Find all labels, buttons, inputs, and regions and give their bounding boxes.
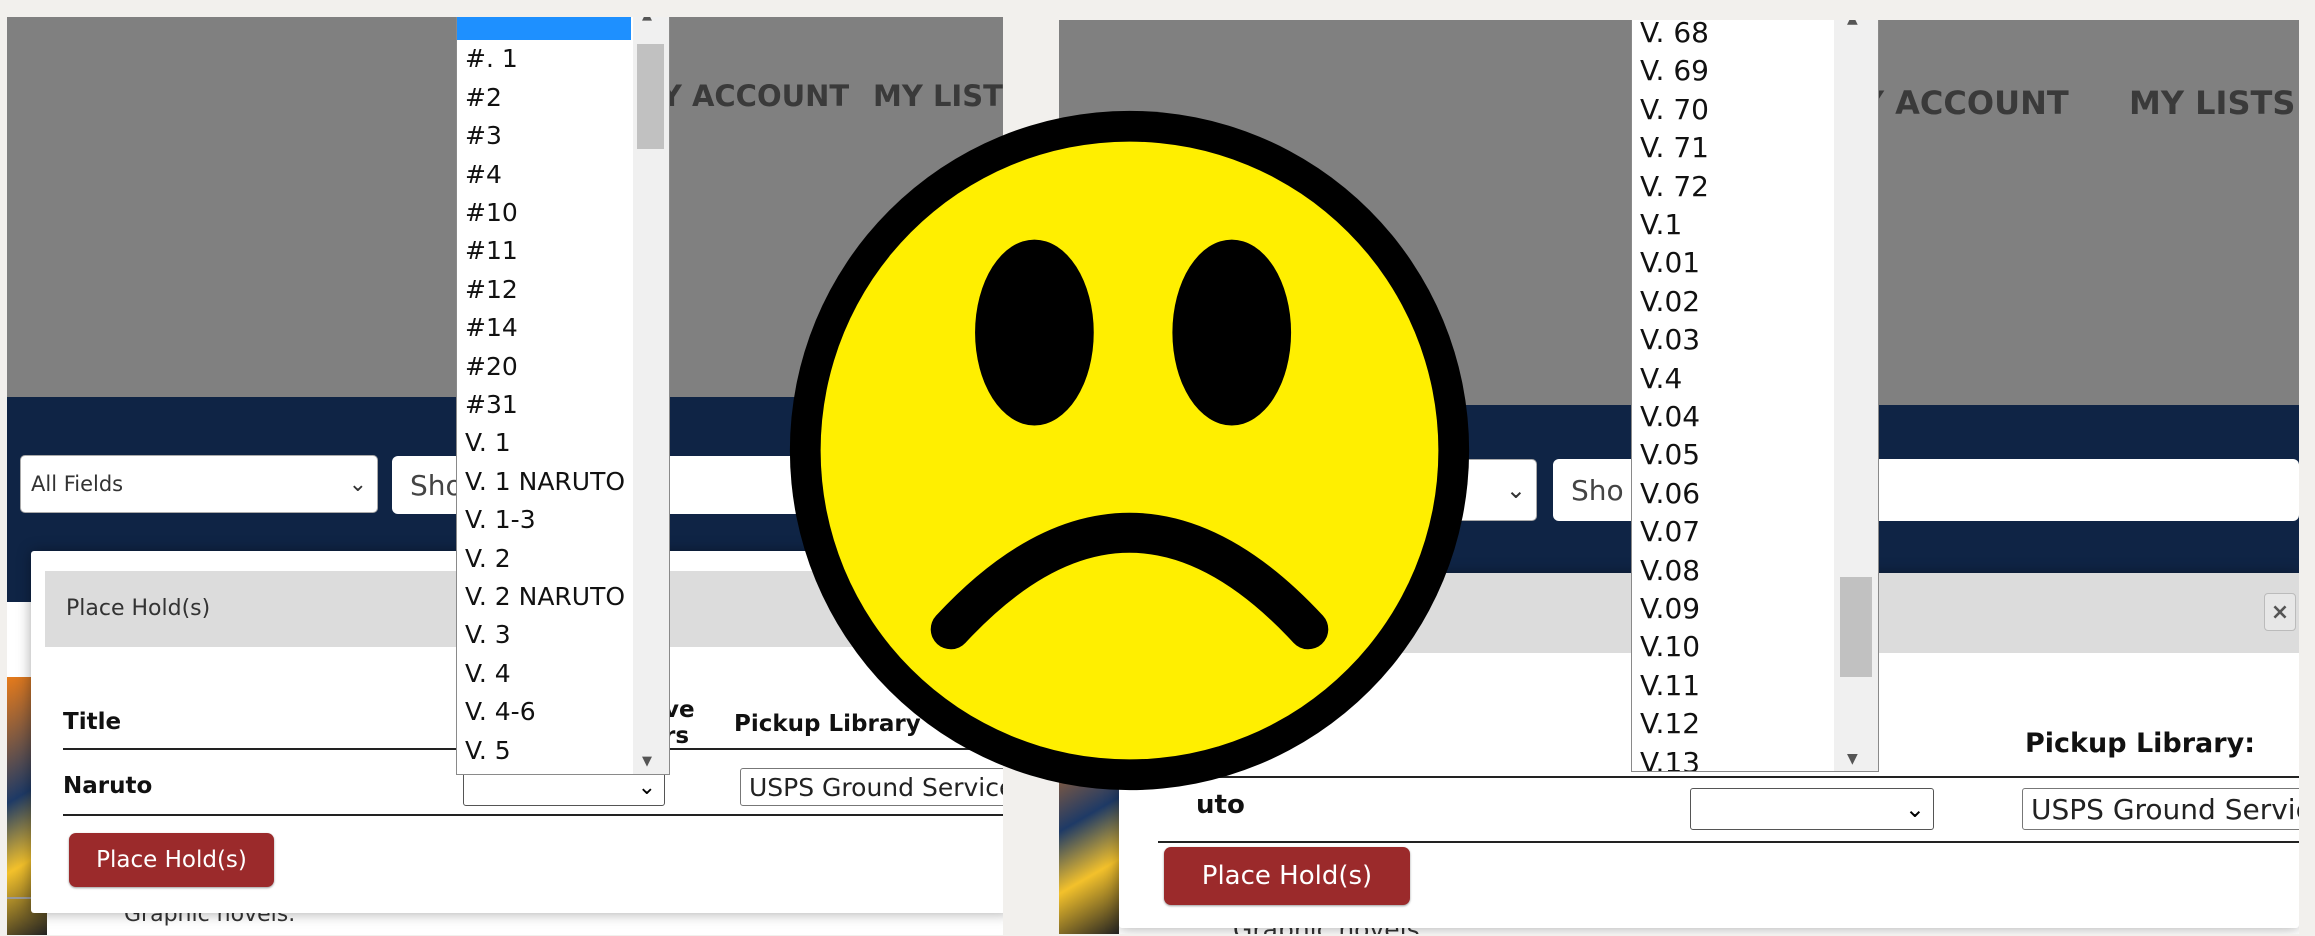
dropdown-option[interactable]: V. 4 <box>465 659 511 688</box>
volume-dropdown-list[interactable]: ▲ ▼ V. 68 V. 69 V. 70 V. 71 V. 72 V.1 V.01 V.02… <box>1631 20 1879 772</box>
dropdown-option[interactable]: V.11 <box>1640 669 1700 702</box>
dropdown-option[interactable]: V.04 <box>1640 400 1700 433</box>
nav-my-lists[interactable]: MY LISTS <box>2129 84 2295 122</box>
chevron-down-icon: ⌄ <box>637 774 656 800</box>
close-icon[interactable]: × <box>2264 593 2296 631</box>
dropdown-option[interactable]: V.1 <box>1640 208 1682 241</box>
item-title: Naruto <box>63 773 153 799</box>
dropdown-option[interactable]: #. 1 <box>465 44 518 73</box>
dropdown-option[interactable]: V. 1-3 <box>465 505 536 534</box>
dropdown-option[interactable]: V. 2 <box>465 544 511 573</box>
search-field-label: All Fields <box>31 472 124 496</box>
col-title-header: Title <box>63 709 122 735</box>
sad-face-icon <box>789 110 1470 791</box>
dropdown-option[interactable]: V.12 <box>1640 707 1700 740</box>
dropdown-option[interactable]: #31 <box>465 390 518 419</box>
scrollbar[interactable]: ▲ ▼ <box>633 17 669 774</box>
dropdown-option[interactable]: V.08 <box>1640 554 1700 587</box>
left-eye <box>975 239 1094 426</box>
dropdown-option[interactable]: #11 <box>465 236 518 265</box>
dropdown-option[interactable]: #20 <box>465 352 518 381</box>
pickup-library-select[interactable]: USPS Ground Service › <box>2022 788 2299 830</box>
volume-dropdown-list[interactable]: ▲ ▼ #. 1 #2 #3 #4 #10 #11 #12 #14 #20 #31 V. 1 V. 1… <box>456 17 670 775</box>
dropdown-option[interactable]: #12 <box>465 275 518 304</box>
volume-select[interactable]: ⌄ <box>1690 788 1934 830</box>
scrollbar[interactable]: ▲ ▼ <box>1834 20 1878 771</box>
dropdown-option[interactable]: #10 <box>465 198 518 227</box>
dropdown-option[interactable]: V. 2 NARUTO <box>465 582 625 611</box>
dropdown-option[interactable]: #3 <box>465 121 502 150</box>
dropdown-option[interactable]: V. 70 <box>1640 93 1709 126</box>
dropdown-option[interactable]: #4 <box>465 160 502 189</box>
dropdown-option[interactable]: V.01 <box>1640 246 1700 279</box>
scroll-down-icon[interactable]: ▼ <box>642 754 652 769</box>
place-hold-button[interactable]: Place Hold(s) <box>1164 847 1410 905</box>
chevron-down-icon: ⌄ <box>1904 795 1925 823</box>
search-field-select[interactable]: All Fields ⌄ <box>20 455 378 513</box>
scroll-up-icon[interactable]: ▲ <box>1847 20 1858 27</box>
table-row-rule <box>1158 841 2299 843</box>
face-fill <box>820 141 1439 760</box>
search-query: Sho <box>410 468 463 502</box>
dropdown-option[interactable]: V.4 <box>1640 362 1682 395</box>
dropdown-option[interactable]: V. 72 <box>1640 170 1709 203</box>
dropdown-option[interactable]: V.05 <box>1640 438 1700 471</box>
dropdown-option[interactable]: V. 69 <box>1640 54 1709 87</box>
dropdown-option[interactable]: V. 4-6 <box>465 697 536 726</box>
dropdown-option[interactable]: V.02 <box>1640 285 1700 318</box>
chevron-down-icon: ⌄ <box>1505 476 1526 504</box>
dropdown-option[interactable]: V. 1 NARUTO <box>465 467 625 496</box>
dropdown-option[interactable]: V. 1 <box>465 428 511 457</box>
dropdown-option[interactable]: V.10 <box>1640 630 1700 663</box>
search-query: Sho <box>1571 473 1624 507</box>
scroll-thumb[interactable] <box>637 44 664 149</box>
table-row-rule <box>63 814 1003 816</box>
dropdown-option[interactable]: V.03 <box>1640 323 1700 356</box>
scroll-thumb[interactable] <box>1840 577 1872 677</box>
scroll-up-icon[interactable]: ▲ <box>642 17 652 23</box>
dropdown-option[interactable]: V. 5 <box>465 736 511 765</box>
dropdown-option[interactable]: V. 71 <box>1640 131 1709 164</box>
dropdown-option[interactable]: #14 <box>465 313 518 342</box>
option-highlight <box>457 17 631 40</box>
chevron-down-icon: ⌄ <box>348 471 367 497</box>
scroll-down-icon[interactable]: ▼ <box>1847 751 1858 767</box>
dropdown-option[interactable]: #2 <box>465 83 502 112</box>
dropdown-option[interactable]: V. 68 <box>1640 20 1709 49</box>
dropdown-option[interactable]: V.07 <box>1640 515 1700 548</box>
dropdown-option[interactable]: V.06 <box>1640 477 1700 510</box>
dropdown-option[interactable]: V.09 <box>1640 592 1700 625</box>
right-eye <box>1172 239 1292 426</box>
dropdown-option[interactable]: V.13 <box>1640 746 1700 771</box>
col-pickup-header: Pickup Library: <box>2025 728 2255 759</box>
dropdown-option[interactable]: V. 3 <box>465 620 511 649</box>
place-hold-button[interactable]: Place Hold(s) <box>69 833 274 887</box>
